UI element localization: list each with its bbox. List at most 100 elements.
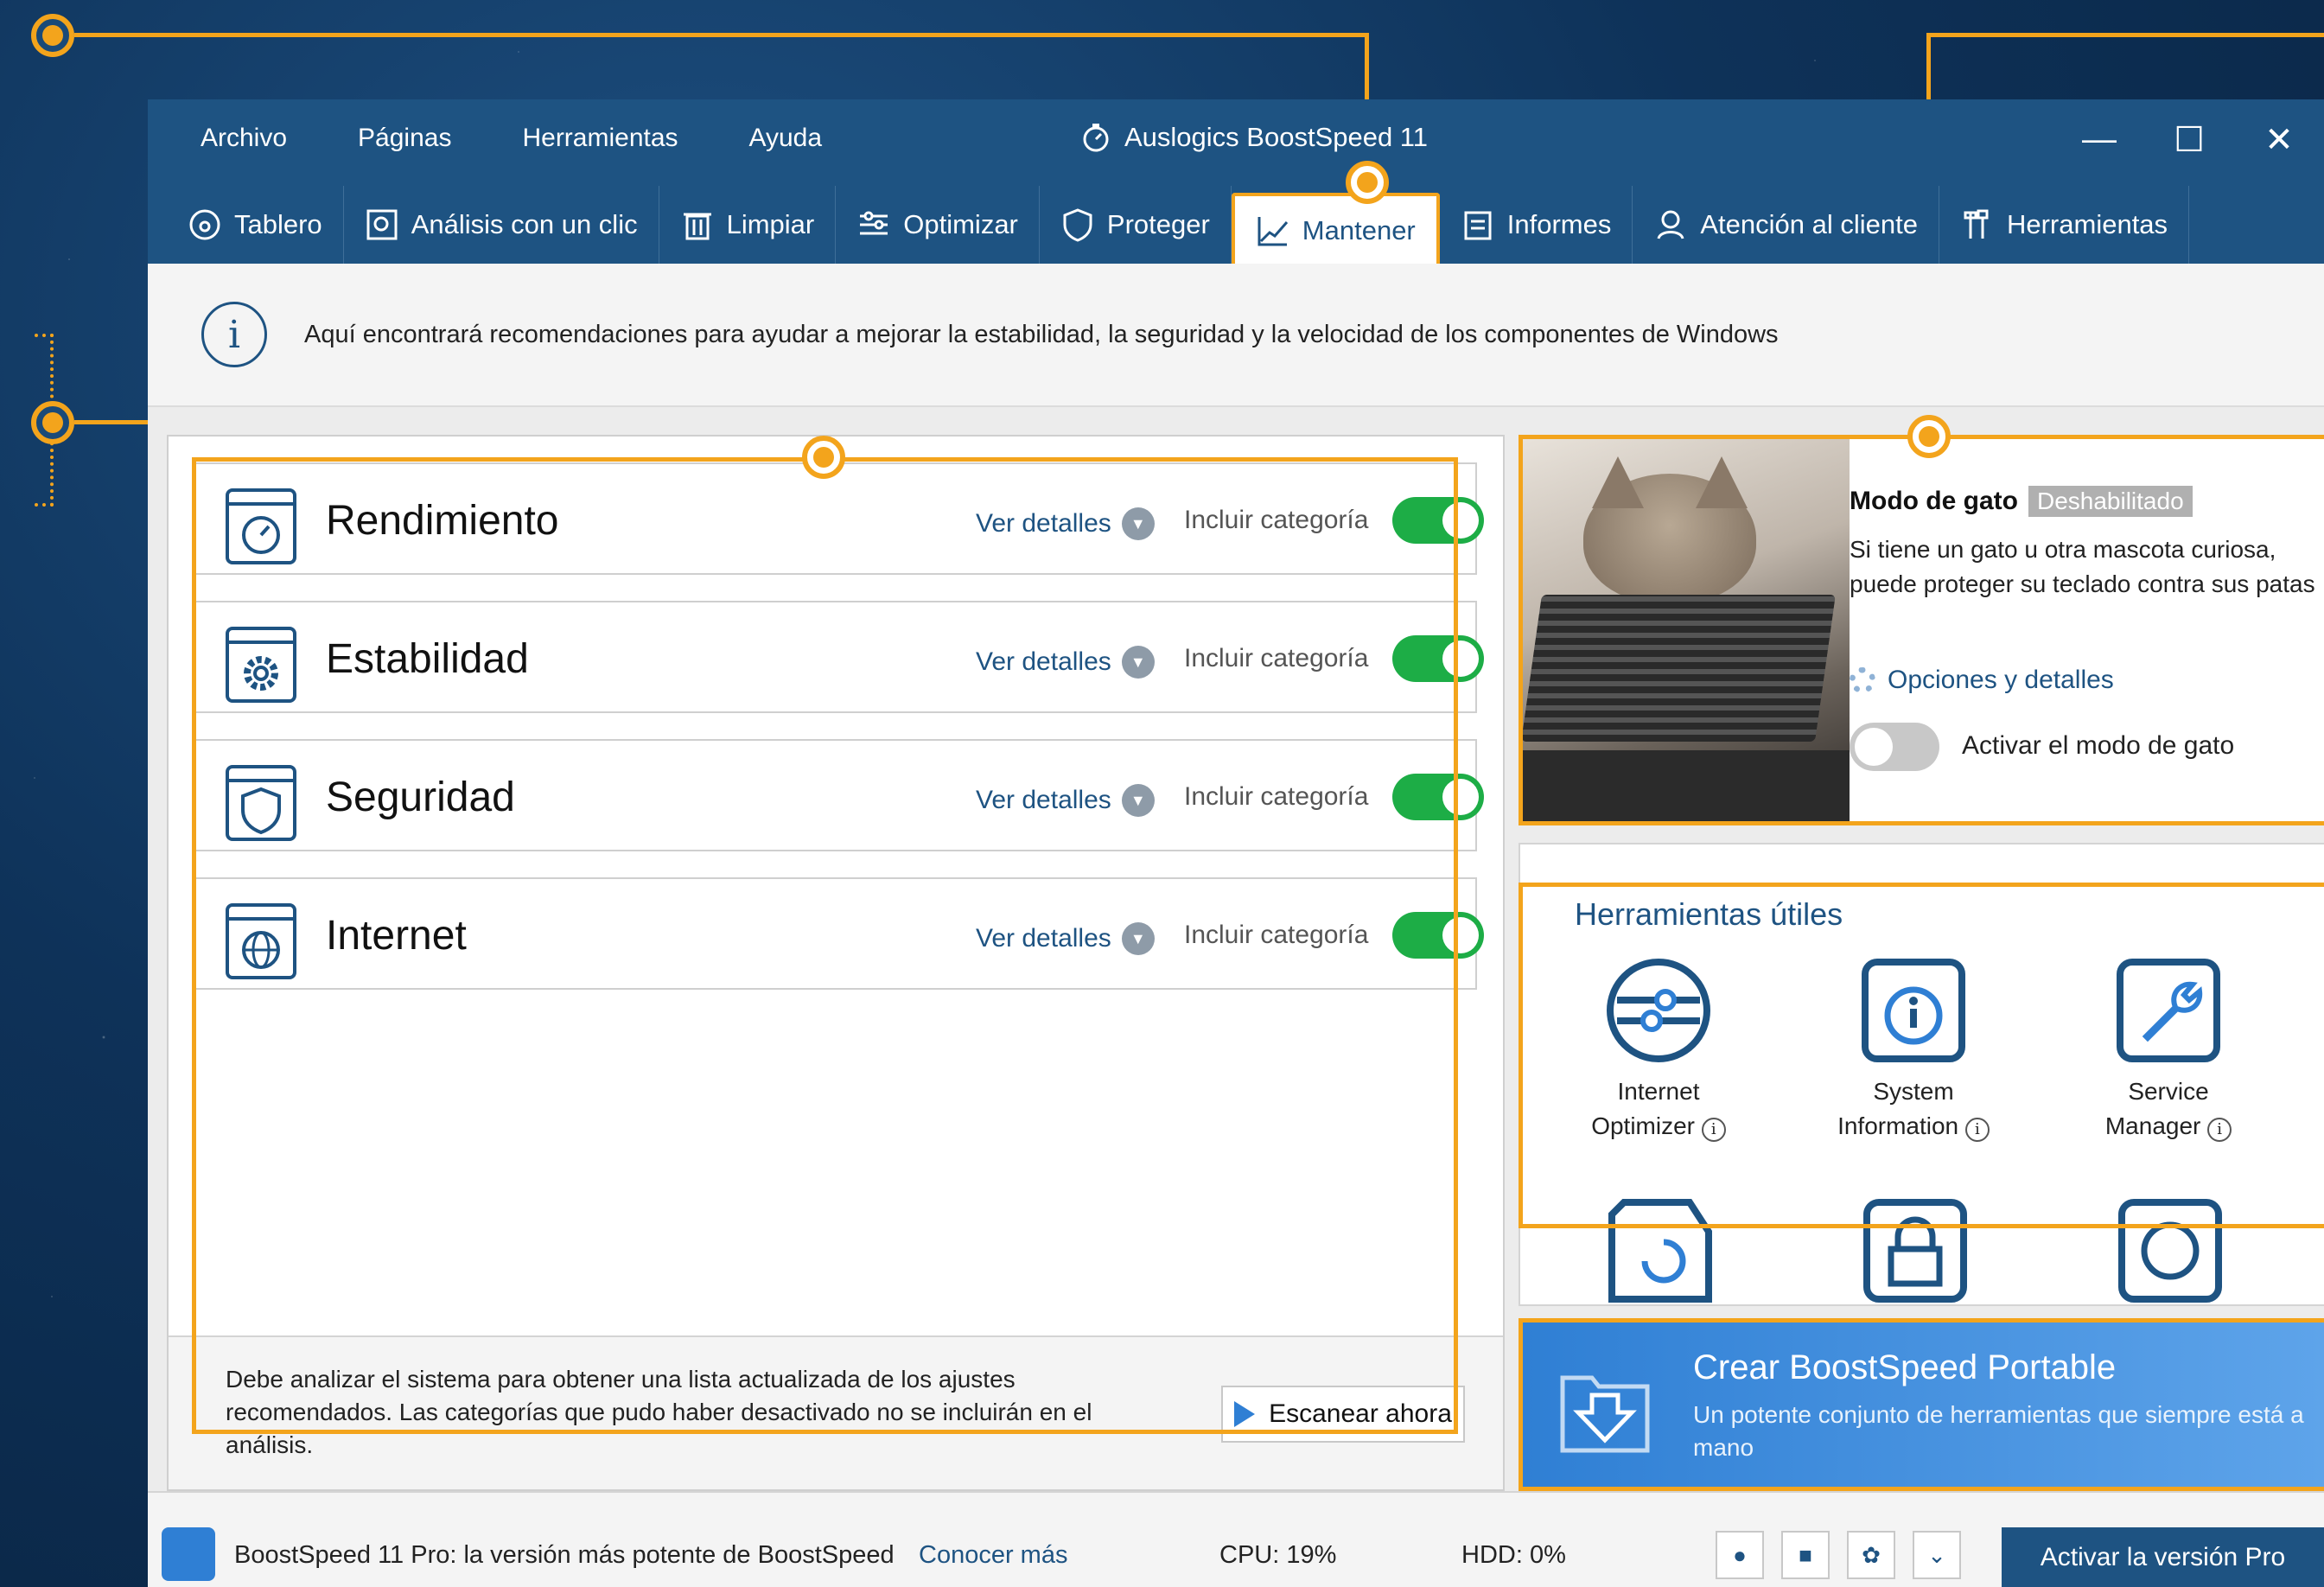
tab-label: Análisis con un clic (411, 209, 638, 239)
window-controls: — ☐ ✕ (2054, 120, 2324, 160)
callout-marker (802, 436, 845, 479)
tool-line2-text: Information (1837, 1112, 1959, 1139)
info-icon[interactable]: i (1964, 1118, 1990, 1142)
view-details-link[interactable]: Ver detalles ▼ (976, 784, 1155, 817)
tab-proteger[interactable]: Proteger (1040, 186, 1232, 264)
close-button[interactable]: ✕ (2234, 120, 2324, 160)
menu-paginas[interactable]: Páginas (358, 124, 451, 153)
pro-promo-text: BoostSpeed 11 Pro: la versión más potent… (234, 1541, 895, 1569)
chevron-down-icon: ▼ (1121, 507, 1155, 540)
include-toggle[interactable] (1392, 635, 1484, 682)
menu-archivo[interactable]: Archivo (201, 124, 287, 153)
chart-icon (1258, 217, 1288, 246)
include-label: Incluir categoría (1184, 506, 1369, 534)
info-icon[interactable]: i (2207, 1118, 2232, 1142)
scan-icon (366, 209, 398, 240)
cat-mode-description: Si tiene un gato u otra mascota curiosa,… (1850, 536, 2315, 597)
status-bar: BoostSpeed 11 Pro: la versión más potent… (148, 1491, 2324, 1587)
view-details-link[interactable]: Ver detalles ▼ (976, 646, 1155, 679)
tab-atencion[interactable]: Atención al cliente (1633, 186, 1939, 264)
search-icon (2118, 1199, 2222, 1303)
tab-label: Atención al cliente (1700, 209, 1918, 239)
app-window: Archivo Páginas Herramientas Ayuda Auslo… (148, 99, 2324, 1587)
tool-line1: System (1873, 1078, 1954, 1105)
details-label: Ver detalles (976, 786, 1111, 814)
app-title: Auslogics BoostSpeed 11 (1081, 122, 1428, 153)
options-label: Opciones y detalles (1888, 666, 2114, 694)
include-label: Incluir categoría (1184, 644, 1369, 672)
category-row-seguridad: Seguridad Ver detalles ▼ Incluir categorí… (194, 739, 1484, 851)
system-information-icon (1862, 959, 1965, 1062)
maximize-button[interactable]: ☐ (2144, 120, 2234, 160)
boostspeed-logo (162, 1527, 215, 1581)
dashboard-icon (189, 209, 220, 240)
view-details-link[interactable]: Ver detalles ▼ (976, 922, 1155, 955)
category-row-estabilidad: Estabilidad Ver detalles ▼ Incluir catego… (194, 601, 1484, 713)
tab-mantener[interactable]: Mantener (1231, 193, 1440, 265)
chevron-down-icon[interactable]: ⌄ (1913, 1531, 1961, 1579)
scan-description: Debe analizar el sistema para obtener un… (226, 1366, 1092, 1458)
view-details-link[interactable]: Ver detalles ▼ (976, 507, 1155, 540)
title-bar: Archivo Páginas Herramientas Ayuda Auslo… (148, 99, 2324, 265)
options-details-link[interactable]: Opciones y detalles (1850, 666, 2114, 695)
portable-title: Crear BoostSpeed Portable (1693, 1348, 2117, 1386)
create-portable-banner[interactable]: Crear BoostSpeed Portable Un potente con… (1519, 1318, 2324, 1491)
tab-optimizar[interactable]: Optimizar (836, 186, 1040, 264)
callout-line (74, 33, 1369, 37)
tool-internet-optimizer[interactable]: Internet Optimizer i (1546, 957, 1771, 1144)
tab-analisis[interactable]: Análisis con un clic (344, 186, 659, 264)
chevron-down-icon: ▼ (1121, 922, 1155, 955)
tab-limpiar[interactable]: Limpiar (659, 186, 837, 264)
include-toggle[interactable] (1392, 497, 1484, 544)
scan-now-button[interactable]: Escanear ahora (1221, 1386, 1465, 1443)
sliders-icon (860, 211, 888, 235)
info-icon: i (201, 302, 267, 367)
menu-bar: Archivo Páginas Herramientas Ayuda (201, 124, 893, 153)
internet-optimizer-icon (1607, 959, 1710, 1062)
play-icon (1234, 1401, 1256, 1427)
tool-line2: Information i (1801, 1109, 2026, 1144)
clock-icon[interactable]: ● (1716, 1531, 1764, 1579)
details-label: Ver detalles (976, 924, 1111, 953)
tool-line2: Manager i (2056, 1109, 2281, 1144)
menu-ayuda[interactable]: Ayuda (749, 124, 823, 153)
activate-pro-button[interactable]: Activar la versión Pro (2002, 1527, 2324, 1587)
tool-line1: Service (2128, 1078, 2209, 1105)
globe-icon (226, 903, 296, 979)
category-name: Seguridad (326, 774, 515, 820)
tab-label: Proteger (1106, 209, 1210, 239)
cat-mode-toggle[interactable] (1850, 723, 1939, 771)
callout-marker (31, 401, 74, 444)
service-manager-icon (2117, 959, 2220, 1062)
registry-defrag-icon (1608, 1199, 1712, 1303)
menu-herramientas[interactable]: Herramientas (522, 124, 678, 153)
portable-subtitle: Un potente conjunto de herramientas que … (1693, 1401, 2304, 1461)
settings-icon[interactable]: ✿ (1847, 1531, 1895, 1579)
chevron-down-icon: ▼ (1121, 784, 1155, 817)
category-row-internet: Internet Ver detalles ▼ Incluir categoría (194, 877, 1484, 990)
category-row-rendimiento: Rendimiento Ver detalles ▼ Incluir catego… (194, 462, 1484, 575)
tab-label: Informes (1506, 209, 1612, 239)
learn-more-link[interactable]: Conocer más (919, 1541, 1067, 1570)
info-icon[interactable]: i (1701, 1118, 1726, 1142)
portable-download-icon (1560, 1375, 1650, 1453)
cat-mode-title: Modo de gato Deshabilitado (1850, 486, 2193, 517)
info-text: Aquí encontrará recomendaciones para ayu… (304, 321, 1779, 348)
tab-herramientas[interactable]: Herramientas (1939, 186, 2190, 264)
tool-service-manager[interactable]: Service Manager i (2056, 957, 2281, 1144)
gear-icon (226, 627, 296, 703)
include-toggle[interactable] (1392, 912, 1484, 959)
save-icon[interactable]: ■ (1781, 1531, 1830, 1579)
tab-label: Mantener (1302, 215, 1416, 245)
tab-tablero[interactable]: Tablero (167, 186, 344, 264)
tool-system-information[interactable]: System Information i (1801, 957, 2026, 1144)
cat-on-laptop-image (1523, 439, 1850, 821)
include-toggle[interactable] (1392, 774, 1484, 820)
tab-informes[interactable]: Informes (1440, 186, 1633, 264)
category-name: Internet (326, 913, 467, 959)
callout-marker (1346, 161, 1389, 204)
minimize-button[interactable]: — (2054, 120, 2144, 160)
tool-line2-text: Optimizer (1591, 1112, 1695, 1139)
stopwatch-icon (1083, 124, 1109, 152)
stopwatch-icon (226, 488, 296, 564)
